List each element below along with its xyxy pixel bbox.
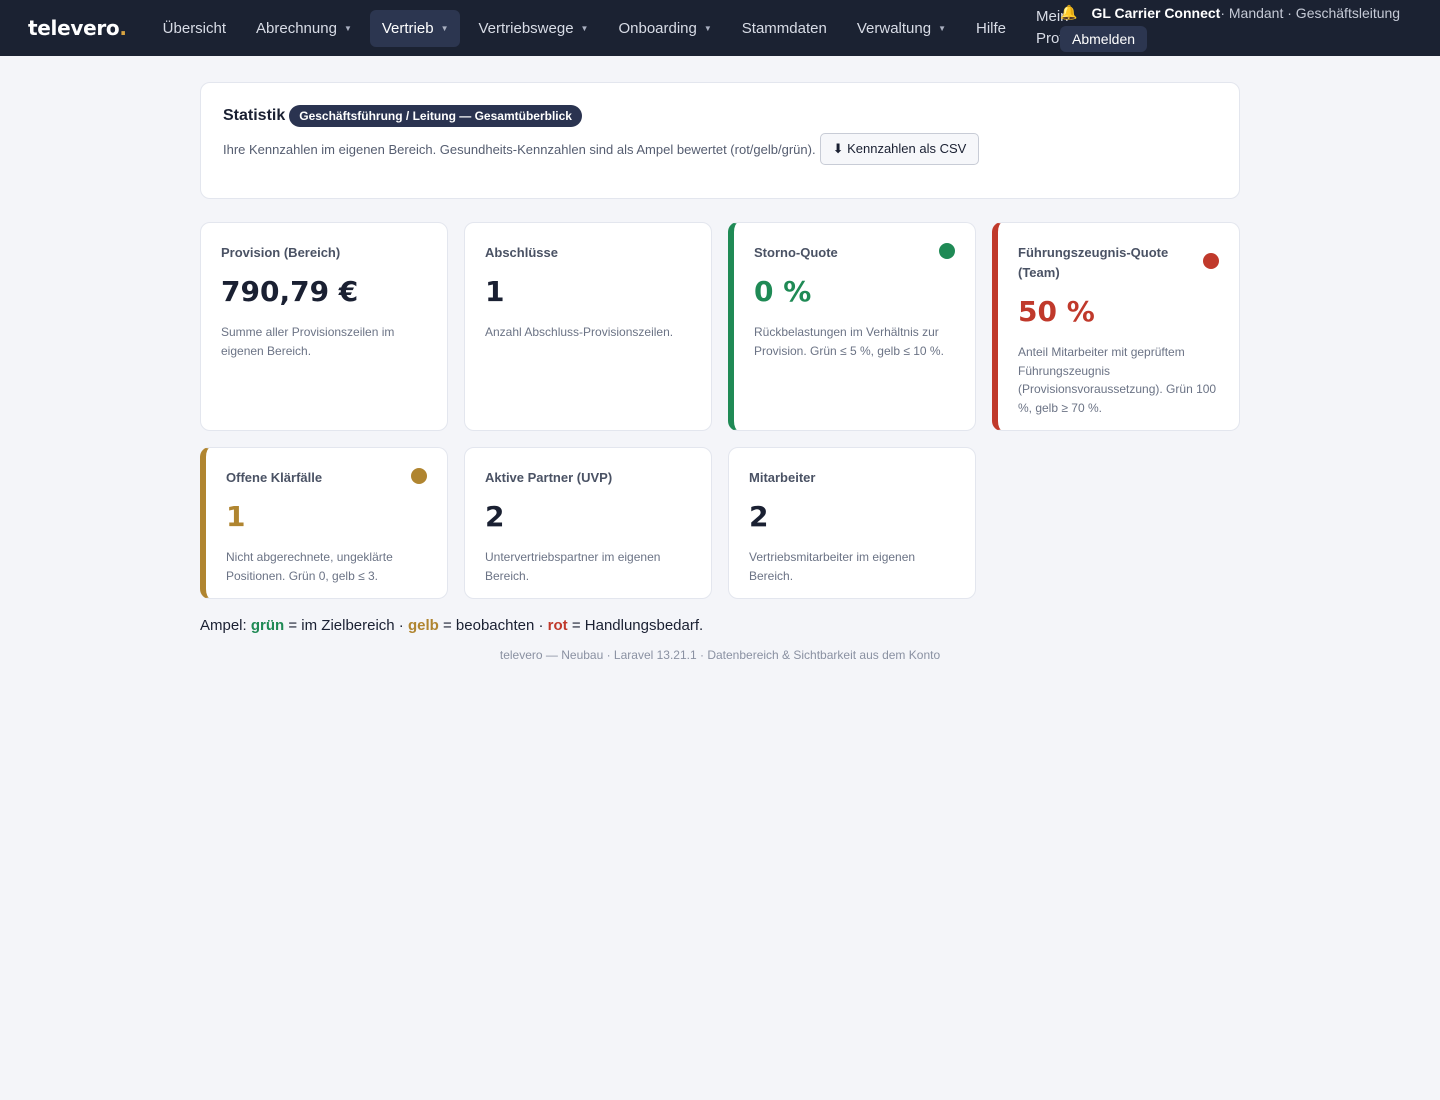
kpi-description: Rückbelastungen im Verhältnis zur Provis… — [754, 325, 944, 358]
kpi-value: 0 % — [754, 275, 812, 308]
status-red-indicator — [1203, 253, 1219, 269]
kpi-description: Anzahl Abschluss-Provisionszeilen. — [485, 325, 674, 339]
kpi-card-abschluesse: Abschlüsse 1 Anzahl Abschluss-Provisions… — [464, 222, 712, 431]
kpi-label: Mitarbeiter — [749, 470, 816, 485]
role-badge: Geschäftsführung / Leitung — Gesamtüberb… — [289, 105, 582, 127]
caret-down-icon: ▼ — [440, 23, 449, 33]
status-yellow-indicator — [411, 468, 427, 484]
kpi-label: Abschlüsse — [485, 245, 558, 260]
nav-item-vertriebswege[interactable]: Vertriebswege ▼ — [466, 10, 600, 47]
kpi-description: Vertriebsmitarbeiter im eigenen Bereich. — [749, 550, 916, 583]
kpi-label: Aktive Partner (UVP) — [485, 470, 613, 485]
kpi-label: Provision (Bereich) — [221, 245, 341, 260]
page-footer: televero — Neubau · Laravel 13.21.1 · Da… — [499, 648, 941, 662]
kpi-description: Untervertriebspartner im eigenen Bereich… — [485, 550, 661, 583]
kpi-value: 50 % — [1018, 295, 1095, 328]
nav-item-vertrieb[interactable]: Vertrieb ▼ — [369, 9, 461, 47]
nav-item-stammdaten[interactable]: Stammdaten — [730, 10, 839, 47]
nav-item-uebersicht[interactable]: Übersicht — [151, 10, 238, 47]
intro-subtitle: Ihre Kennzahlen im eigenen Bereich. Gesu… — [223, 141, 816, 157]
kpi-value: 1 — [485, 275, 505, 308]
kpi-card-storno-quote: Storno-Quote 0 % Rückbelastungen im Verh… — [728, 222, 976, 431]
kpi-card-fuehrungszeugnis-quote: Führungszeugnis-Quote (Team) 50 % Anteil… — [992, 222, 1240, 431]
page-title: Statistik — [223, 107, 286, 124]
main-nav: Übersicht Abrechnung ▼ Vertrieb ▼ Vertrieb… — [151, 0, 1096, 56]
caret-down-icon: ▼ — [343, 23, 352, 33]
csv-export-button[interactable]: ⬇ Kennzahlen als CSV — [819, 133, 980, 165]
kpi-description: Nicht abgerechnete, ungeklärte Positione… — [226, 550, 393, 583]
kpi-label: Offene Klärfälle — [226, 470, 323, 485]
statistics-intro-card: Statistik Geschäftsführung / Leitung — G… — [200, 82, 1240, 199]
top-navigation-bar: televero. Übersicht Abrechnung ▼ Vertrieb… — [0, 0, 1440, 56]
kpi-card-mitarbeiter: Mitarbeiter 2 Vertriebsmitarbeiter im ei… — [728, 447, 976, 599]
caret-down-icon: ▼ — [938, 23, 946, 33]
kpi-description: Anteil Mitarbeiter mit geprüftem Führung… — [1018, 345, 1217, 415]
kpi-value: 2 — [485, 500, 505, 533]
nav-item-hilfe[interactable]: Hilfe — [964, 10, 1018, 47]
nav-item-verwaltung[interactable]: Verwaltung ▼ — [845, 10, 958, 47]
status-green-indicator — [939, 243, 955, 259]
kpi-description: Summe aller Provisionszeilen im eigenen … — [221, 325, 395, 358]
user-box: 🔔 GL Carrier Connect · Mandant · Geschäf… — [1060, 4, 1400, 52]
kpi-label: Führungszeugnis-Quote (Team) — [1018, 245, 1169, 280]
bell-icon[interactable]: 🔔 — [1060, 4, 1077, 21]
kpi-card-offene-klaerfaelle: Offene Klärfälle 1 Nicht abgerechnete, u… — [200, 447, 448, 599]
org-name: GL Carrier Connect — [1091, 4, 1221, 21]
logout-button[interactable]: Abmelden — [1060, 26, 1148, 52]
kpi-card-aktive-partner: Aktive Partner (UVP) 2 Untervertriebspar… — [464, 447, 712, 599]
kpi-value: 790,79 € — [221, 275, 359, 308]
kpi-value: 2 — [749, 500, 769, 533]
caret-down-icon: ▼ — [580, 23, 589, 33]
caret-down-icon: ▼ — [703, 23, 712, 33]
brand-logo[interactable]: televero. — [28, 16, 127, 40]
nav-item-onboarding[interactable]: Onboarding ▼ — [606, 10, 723, 47]
nav-item-abrechnung[interactable]: Abrechnung ▼ — [244, 10, 364, 47]
kpi-label: Storno-Quote — [754, 245, 838, 260]
user-meta: · Mandant · Geschäftsleitung — [1220, 4, 1401, 21]
traffic-light-legend: Ampel: grün = im Zielbereich · gelb = be… — [200, 617, 704, 634]
kpi-card-provision: Provision (Bereich) 790,79 € Summe aller… — [200, 222, 448, 431]
main-content: Statistik Geschäftsführung / Leitung — G… — [200, 56, 1240, 662]
kpi-value: 1 — [226, 500, 246, 533]
kpi-grid: Provision (Bereich) 790,79 € Summe aller… — [200, 222, 1240, 599]
